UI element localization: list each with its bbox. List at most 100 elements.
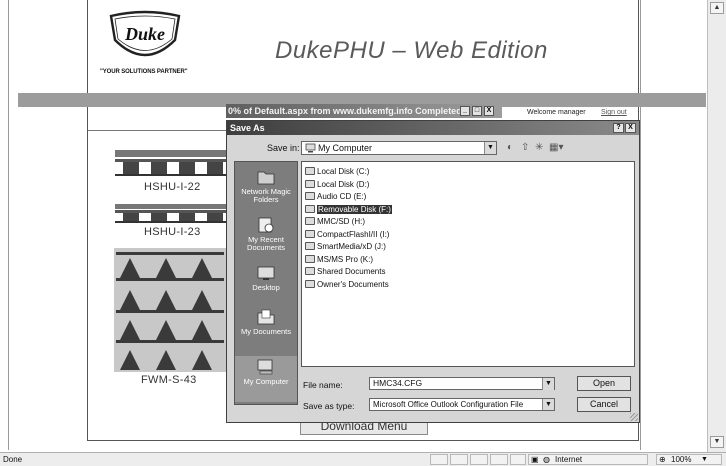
drive-item[interactable]: Audio CD (E:): [305, 191, 366, 202]
file-list[interactable]: Local Disk (C:) Local Disk (D:) Audio CD (…: [301, 161, 635, 367]
place-label: Desktop: [252, 283, 280, 292]
chevron-down-icon[interactable]: ▼: [542, 378, 554, 390]
welcome-text: Welcome manager: [527, 109, 586, 116]
place-label: My Computer: [243, 377, 289, 386]
download-progress-titlebar[interactable]: 0% of Default.aspx from www.dukemfg.info…: [226, 104, 502, 118]
desktop-icon: [256, 264, 276, 282]
minimize-button[interactable]: _: [460, 106, 470, 116]
save-in-dropdown[interactable]: My Computer ▼: [301, 141, 497, 155]
my-computer-icon: [256, 358, 276, 376]
drive-item[interactable]: Local Disk (D:): [305, 179, 369, 190]
drive-label: Audio CD (E:): [317, 192, 367, 201]
save-in-value: My Computer: [318, 143, 373, 153]
drive-label: CompactFlashI/II (I:): [317, 229, 390, 239]
signout-link[interactable]: Sign out: [601, 109, 627, 116]
drive-item[interactable]: Shared Documents: [305, 266, 385, 277]
drive-label: Shared Documents: [317, 267, 386, 276]
chevron-down-icon[interactable]: ▼: [701, 455, 708, 464]
my-computer-icon: [305, 143, 316, 156]
cd-drive-icon: [305, 192, 315, 200]
folder-icon: [305, 279, 315, 288]
page-border-right: [640, 0, 641, 450]
scroll-up-button[interactable]: ▲: [710, 2, 724, 14]
memory-card-icon: [305, 242, 315, 250]
places-bar: Network Magic Folders My Recent Document…: [234, 161, 298, 405]
drive-item[interactable]: SmartMedia/xD (J:): [305, 241, 386, 252]
security-zone-pane[interactable]: ▣ ◍ Internet: [528, 454, 648, 465]
drive-label: Owner's Documents: [317, 279, 389, 289]
place-network-magic-folders[interactable]: Network Magic Folders: [235, 168, 297, 204]
status-bar: Done ▣ ◍ Internet ⊕ 100% ▼: [0, 452, 726, 466]
status-pane: [510, 454, 526, 465]
file-name-value: HMC34.CFG: [373, 378, 423, 388]
chevron-down-icon[interactable]: ▼: [542, 399, 554, 410]
place-label: My Recent Documents: [247, 235, 285, 252]
folder-icon: [305, 267, 315, 275]
duke-logo: Duke: [103, 10, 187, 64]
memory-card-icon: [305, 229, 315, 238]
maximize-button[interactable]: □: [472, 106, 482, 116]
place-my-computer[interactable]: My Computer: [235, 356, 297, 402]
status-pane: [450, 454, 468, 465]
zoom-icon: ⊕: [659, 455, 666, 464]
hard-disk-icon: [305, 179, 315, 188]
cancel-button[interactable]: Cancel: [577, 397, 631, 412]
status-pane: [470, 454, 488, 465]
back-icon[interactable]: ◐: [507, 143, 513, 153]
open-button[interactable]: Open: [577, 376, 631, 391]
status-text: Done: [3, 455, 23, 464]
status-pane: [490, 454, 508, 465]
drive-item[interactable]: MS/MS Pro (K:): [305, 254, 373, 265]
recent-documents-icon: [256, 216, 276, 234]
dialog-title: Save As: [230, 123, 265, 133]
up-folder-icon[interactable]: ⇧: [521, 143, 529, 153]
save-as-type-value: Microsoft Office Outlook Configuration F…: [373, 400, 524, 409]
drive-item[interactable]: Local Disk (C:): [305, 166, 369, 177]
save-as-type-label: Save as type:: [303, 401, 355, 411]
drive-label: MMC/SD (H:): [317, 217, 365, 226]
drive-item[interactable]: MMC/SD (H:): [305, 216, 365, 227]
help-button[interactable]: ?: [613, 123, 624, 133]
drive-label: Local Disk (D:): [317, 179, 370, 189]
tagline: "YOUR SOLUTIONS PARTNER": [100, 69, 188, 75]
views-menu-icon[interactable]: ▦▾: [549, 143, 563, 153]
content-border-left: [87, 0, 88, 441]
dialog-titlebar[interactable]: Save As ? X: [227, 121, 639, 135]
page-border-left: [8, 0, 9, 450]
place-my-documents[interactable]: My Documents: [235, 308, 297, 336]
chevron-down-icon[interactable]: ▼: [484, 142, 496, 154]
resize-grip[interactable]: [630, 413, 638, 421]
close-button[interactable]: X: [484, 106, 494, 116]
removable-disk-icon: [305, 204, 315, 213]
place-my-recent-documents[interactable]: My Recent Documents: [235, 216, 297, 252]
save-as-dialog: Save As ? X Save in: My Computer ▼ ◐ ⇧ ✳…: [226, 120, 640, 423]
product-image-hshu-i-23[interactable]: [115, 204, 227, 224]
drive-item[interactable]: CompactFlashI/II (I:): [305, 229, 389, 240]
product-image-hshu-i-22[interactable]: [115, 148, 227, 178]
scroll-down-button[interactable]: ▼: [710, 436, 724, 448]
drive-item[interactable]: Owner's Documents: [305, 279, 389, 290]
network-folder-icon: [256, 168, 276, 186]
new-folder-icon[interactable]: ✳: [535, 143, 543, 153]
zoom-level: 100%: [671, 455, 692, 464]
lock-icon: ▣: [531, 455, 539, 464]
content-border-bottom: [87, 440, 639, 441]
zone-text: Internet: [555, 455, 583, 464]
save-as-type-dropdown[interactable]: Microsoft Office Outlook Configuration F…: [369, 398, 555, 411]
zoom-control[interactable]: ⊕ 100% ▼: [656, 454, 722, 465]
place-desktop[interactable]: Desktop: [235, 264, 297, 292]
drive-item[interactable]: Removable Disk (F:): [305, 204, 392, 215]
page-title: DukePHU – Web Edition: [275, 37, 548, 64]
hard-disk-icon: [305, 167, 315, 175]
download-progress-title: 0% of Default.aspx from www.dukemfg.info…: [228, 106, 462, 116]
product-image-fwm-s-43[interactable]: [114, 248, 226, 372]
file-name-input[interactable]: HMC34.CFG ▼: [369, 377, 555, 390]
vertical-scrollbar[interactable]: ▲ ▼: [707, 0, 726, 452]
drive-label: MS/MS Pro (K:): [317, 254, 374, 264]
product-label: FWM-S-43: [141, 374, 197, 386]
close-button[interactable]: X: [625, 123, 636, 133]
drive-label: Removable Disk (F:): [317, 204, 392, 214]
product-label: HSHU-I-23: [144, 226, 201, 238]
product-label: HSHU-I-22: [144, 181, 201, 193]
globe-icon: ◍: [543, 455, 550, 464]
